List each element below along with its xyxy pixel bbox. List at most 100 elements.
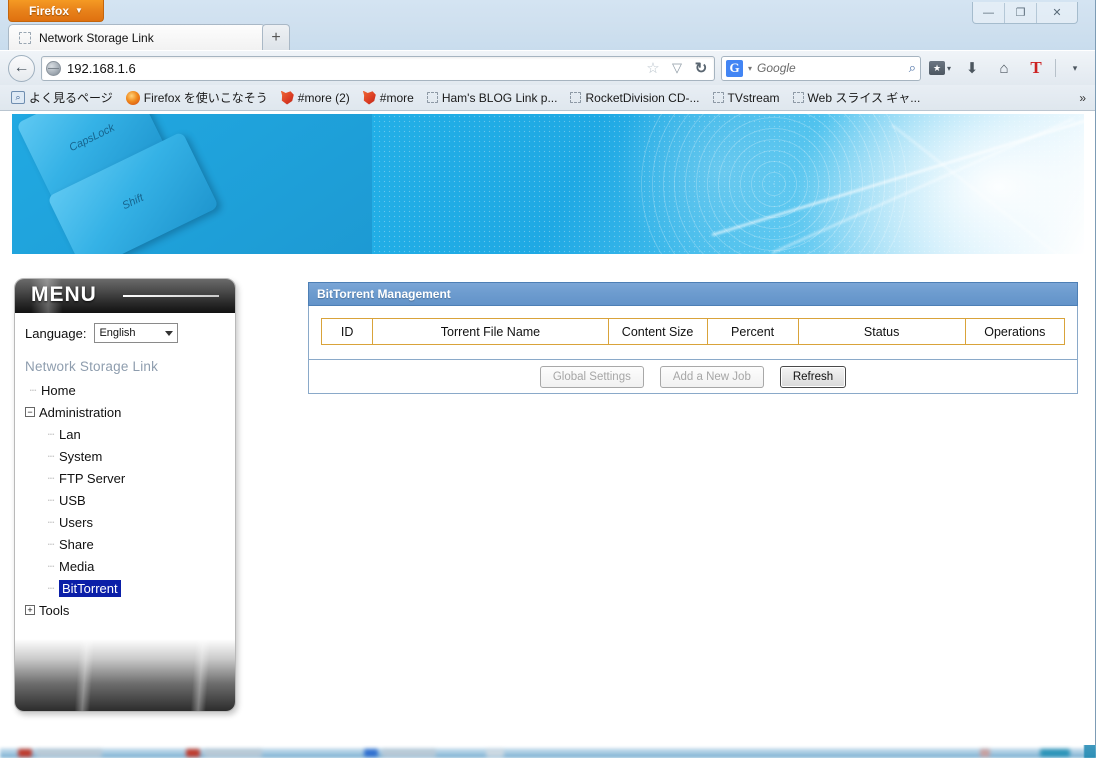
refresh-label: Refresh <box>792 370 834 383</box>
chevron-down-icon <box>165 331 174 336</box>
text-tool-button[interactable]: T <box>1023 55 1049 81</box>
expand-plus-icon[interactable]: + <box>25 605 35 615</box>
bookmark-star-icon[interactable]: ☆ <box>644 59 662 77</box>
restore-button[interactable]: ❐ <box>1005 2 1037 23</box>
bittorrent-table-container: ID Torrent File Name Content Size Percen… <box>308 306 1078 360</box>
language-select[interactable]: English <box>94 323 179 343</box>
toolbar-overflow-button[interactable]: ▾ <box>1062 55 1088 81</box>
tree-item-users[interactable]: ┈ Users <box>25 511 235 533</box>
column-header-percent: Percent <box>706 318 799 345</box>
tree-guide-icon: ┈ <box>47 516 55 529</box>
taskbar-item[interactable] <box>486 749 504 757</box>
tree-item-label: System <box>59 448 103 464</box>
chevron-down-icon[interactable]: ▽ <box>668 60 686 76</box>
bookmark-label: #more <box>379 90 414 105</box>
column-header-id: ID <box>320 318 374 345</box>
tree-item-label: USB <box>59 492 86 508</box>
toolbar-divider <box>1055 59 1056 77</box>
bookmark-item[interactable]: ⌕ よく見るページ <box>6 87 118 108</box>
tab-network-storage-link[interactable]: Network Storage Link <box>8 24 266 50</box>
chevron-down-icon: ▾ <box>946 63 951 73</box>
chevron-down-icon: ▼ <box>75 6 83 15</box>
folder-search-icon: ⌕ <box>11 91 25 104</box>
home-button[interactable]: ⌂ <box>991 55 1017 81</box>
taskbar-item[interactable] <box>36 749 102 757</box>
menu-title: MENU <box>31 283 97 306</box>
global-settings-button[interactable]: Global Settings <box>539 365 644 388</box>
bookmarks-menu-button[interactable]: ★ ▾ <box>927 55 953 81</box>
address-bar[interactable]: 192.168.1.6 ☆ ▽ ↻ <box>41 55 715 81</box>
tree-guide-icon: ┈ <box>47 472 55 485</box>
tree-item-label: Home <box>41 382 76 398</box>
tree-guide-icon: ┈ <box>47 560 55 573</box>
bookmark-item[interactable]: Ham's BLOG Link p... <box>422 89 563 107</box>
tree-item-share[interactable]: ┈ Share <box>25 533 235 555</box>
chevron-down-icon: ▾ <box>1072 62 1078 73</box>
reload-icon[interactable]: ↻ <box>692 59 710 77</box>
bookmark-label: Web スライス ギャ... <box>807 91 921 105</box>
nas-admin-page: CapsLock Shift MENU Language: English Ne… <box>12 111 1084 745</box>
firefox-app-menu-label: Firefox <box>29 3 70 18</box>
tree-item-tools[interactable]: + Tools <box>25 599 235 621</box>
back-button[interactable]: ← <box>8 54 35 82</box>
column-header-status: Status <box>797 318 966 345</box>
bookmark-label: TVstream <box>727 90 780 105</box>
tree-root-label: Network Storage Link <box>25 359 159 374</box>
tree-item-media[interactable]: ┈ Media <box>25 555 235 577</box>
tree-item-label: Administration <box>39 404 122 420</box>
column-header-content-size: Content Size <box>607 318 708 345</box>
tree-item-system[interactable]: ┈ System <box>25 445 235 467</box>
taskbar-item[interactable] <box>186 749 200 757</box>
language-row: Language: English <box>15 313 235 343</box>
bookmark-item[interactable]: #more <box>358 89 419 107</box>
fox-icon <box>280 90 294 105</box>
taskbar-item[interactable] <box>204 749 262 757</box>
bookmark-item[interactable]: Web スライス ギャ... <box>788 87 926 108</box>
bookmark-item[interactable]: TVstream <box>708 89 785 107</box>
refresh-button[interactable]: Refresh <box>779 365 847 388</box>
bookmark-label: RocketDivision CD-... <box>585 90 700 105</box>
language-selected-value: English <box>99 327 136 339</box>
taskbar-item[interactable] <box>364 749 378 757</box>
tree-item-bittorrent[interactable]: ┈ BitTorrent <box>25 577 235 599</box>
taskbar-item[interactable] <box>18 749 32 757</box>
bookmark-item[interactable]: #more (2) <box>276 89 355 107</box>
chevron-down-icon[interactable]: ▾ <box>748 64 752 73</box>
side-menu-panel: MENU Language: English Network Storage L… <box>14 278 236 712</box>
firefox-app-menu-button[interactable]: Firefox ▼ <box>8 0 104 22</box>
taskbar-item[interactable] <box>980 749 990 757</box>
global-settings-label: Global Settings <box>552 370 631 383</box>
search-input[interactable]: Google <box>757 61 904 75</box>
text-tool-icon: T <box>1030 58 1042 77</box>
search-bar[interactable]: G ▾ Google ⌕ <box>721 55 921 81</box>
tree-item-administration[interactable]: − Administration <box>25 401 235 423</box>
bittorrent-action-bar: Global Settings Add a New Job Refresh <box>308 360 1078 394</box>
taskbar-item[interactable] <box>1040 749 1070 757</box>
close-icon: ✕ <box>1052 7 1062 19</box>
new-tab-button[interactable]: + <box>262 24 290 50</box>
back-arrow-icon: ← <box>13 59 30 76</box>
tree-item-lan[interactable]: ┈ Lan <box>25 423 235 445</box>
close-button[interactable]: ✕ <box>1037 3 1077 23</box>
collapse-minus-icon[interactable]: − <box>25 407 35 417</box>
menu-header: MENU <box>15 279 235 313</box>
tree-guide-icon: ┈ <box>47 494 55 507</box>
tree-item-usb[interactable]: ┈ USB <box>25 489 235 511</box>
tree-item-ftp-server[interactable]: ┈ FTP Server <box>25 467 235 489</box>
downloads-button[interactable]: ⬇ <box>959 55 985 81</box>
tree-item-home[interactable]: ┈ Home <box>25 379 235 401</box>
home-icon: ⌂ <box>999 59 1009 77</box>
menu-footer <box>15 639 235 711</box>
bookmark-item[interactable]: Firefox を使いこなそう <box>121 87 273 108</box>
navigation-toolbar: ← 192.168.1.6 ☆ ▽ ↻ G ▾ Google ⌕ ★ ▾ ⬇ ⌂… <box>0 50 1095 85</box>
window-controls: — ❐ ✕ <box>972 2 1078 24</box>
bittorrent-panel-title: BitTorrent Management <box>308 282 1078 306</box>
taskbar-item[interactable] <box>382 749 436 757</box>
bookmarks-overflow-icon[interactable]: » <box>1079 91 1090 105</box>
bookmark-item[interactable]: RocketDivision CD-... <box>565 89 704 107</box>
add-new-job-button[interactable]: Add a New Job <box>659 365 764 388</box>
search-icon[interactable]: ⌕ <box>909 60 916 76</box>
navigation-tree: Network Storage Link ┈ Home − Administra… <box>15 343 235 621</box>
bittorrent-jobs-table: ID Torrent File Name Content Size Percen… <box>320 318 1066 345</box>
minimize-button[interactable]: — <box>973 2 1005 23</box>
